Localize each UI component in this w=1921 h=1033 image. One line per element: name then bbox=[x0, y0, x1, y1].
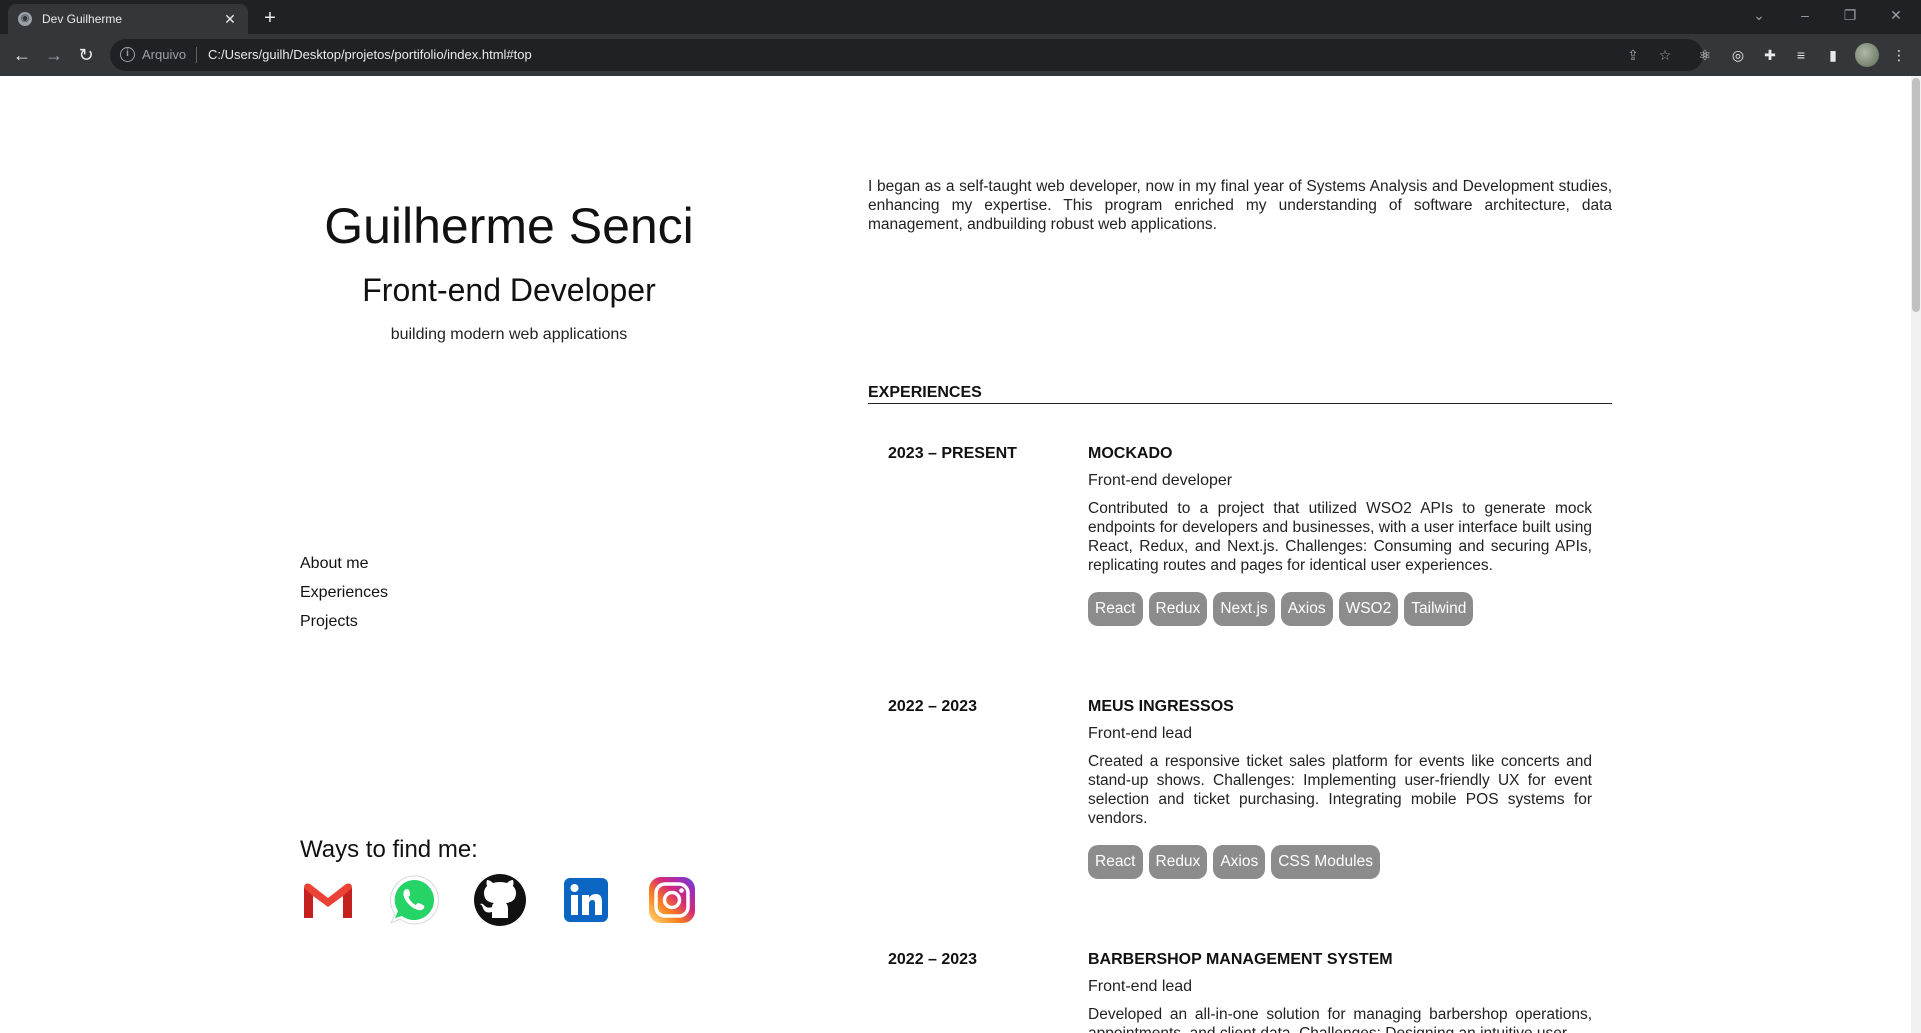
close-tab-icon[interactable]: ✕ bbox=[222, 11, 238, 28]
linkedin-icon[interactable] bbox=[558, 872, 614, 928]
address-url[interactable]: C:/Users/guilh/Desktop/projetos/portifol… bbox=[208, 47, 532, 62]
hero-role: Front-end Developer bbox=[362, 272, 656, 308]
whatsapp-icon[interactable] bbox=[386, 872, 442, 928]
contact-heading: Ways to find me: bbox=[300, 836, 478, 863]
side-navigation: About me Experiences Projects bbox=[300, 554, 388, 641]
experience-position: Front-end lead bbox=[1088, 725, 1193, 742]
bookmark-star-icon[interactable]: ☆ bbox=[1655, 45, 1675, 65]
globe-icon: ◉ bbox=[18, 12, 32, 26]
experience-position: Front-end developer bbox=[1088, 472, 1233, 489]
tech-tag: Redux bbox=[1148, 592, 1208, 626]
tech-tags: React Redux Axios CSS Modules bbox=[1088, 845, 1592, 879]
forward-icon[interactable]: → bbox=[42, 43, 66, 67]
tech-tags: React Redux Next.js Axios WSO2 Tailwind bbox=[1088, 592, 1592, 626]
contact-section: Ways to find me: bbox=[300, 836, 478, 864]
close-window-icon[interactable]: ✕ bbox=[1881, 4, 1911, 26]
page-viewport: Guilherme Senci Front-end Developer buil… bbox=[0, 76, 1911, 1033]
experience-body: MOCKADO Front-end developer Contributed … bbox=[1088, 445, 1592, 626]
experiences-heading: EXPERIENCES bbox=[868, 384, 1612, 404]
tech-tag: Axios bbox=[1280, 592, 1333, 626]
profile-avatar[interactable] bbox=[1855, 43, 1879, 67]
experience-period: 2022 – 2023 bbox=[888, 951, 977, 968]
about-text: I began as a self-taught web developer, … bbox=[868, 178, 1612, 233]
minimize-icon[interactable]: – bbox=[1790, 4, 1820, 26]
address-bar[interactable]: i Arquivo C:/Users/guilh/Desktop/projeto… bbox=[110, 39, 1703, 71]
tech-tag: WSO2 bbox=[1338, 592, 1399, 626]
nav-link-about[interactable]: About me bbox=[300, 554, 388, 583]
hero-name: Guilherme Senci bbox=[324, 198, 694, 254]
nav-link-experiences[interactable]: Experiences bbox=[300, 583, 388, 612]
share-icon[interactable]: ⇪ bbox=[1623, 45, 1643, 65]
reload-icon[interactable]: ↻ bbox=[74, 43, 98, 67]
browser-tab[interactable]: ◉ Dev Guilherme ✕ bbox=[8, 4, 248, 34]
experience-body: BARBERSHOP MANAGEMENT SYSTEM Front-end l… bbox=[1088, 951, 1592, 1033]
experience-item: 2022 – 2023 MEUS INGRESSOS Front-end lea… bbox=[888, 698, 1612, 918]
address-separator bbox=[196, 47, 197, 63]
tech-tag: Next.js bbox=[1213, 592, 1275, 626]
browser-tabbar: ◉ Dev Guilherme ✕ + ⌄ – ❐ ✕ bbox=[0, 0, 1921, 34]
hero-tagline: building modern web applications bbox=[390, 326, 628, 343]
back-icon[interactable]: ← bbox=[10, 43, 34, 67]
tech-tag: React bbox=[1088, 592, 1143, 626]
extension-circle-icon[interactable]: ◎ bbox=[1727, 44, 1749, 66]
experience-item: 2022 – 2023 BARBERSHOP MANAGEMENT SYSTEM… bbox=[888, 951, 1612, 1033]
nav-link-projects[interactable]: Projects bbox=[300, 612, 388, 641]
extension-react-icon[interactable]: ⚛ bbox=[1694, 44, 1716, 66]
instagram-icon[interactable] bbox=[644, 872, 700, 928]
experience-position: Front-end lead bbox=[1088, 978, 1193, 995]
media-control-icon[interactable]: ≡ bbox=[1790, 44, 1812, 66]
experience-description: Developed an all-in-one solution for man… bbox=[1088, 1006, 1592, 1033]
tech-tag: Redux bbox=[1148, 845, 1208, 879]
tech-tag: Tailwind bbox=[1404, 592, 1474, 626]
github-icon[interactable] bbox=[472, 872, 528, 928]
gmail-icon[interactable] bbox=[300, 872, 356, 928]
experience-company: MOCKADO bbox=[1088, 445, 1173, 462]
extensions-puzzle-icon[interactable]: ✚ bbox=[1759, 44, 1781, 66]
tab-title: Dev Guilherme bbox=[42, 12, 123, 26]
tech-tag: Axios bbox=[1213, 845, 1266, 879]
experience-company: BARBERSHOP MANAGEMENT SYSTEM bbox=[1088, 951, 1393, 968]
experience-body: MEUS INGRESSOS Front-end lead Created a … bbox=[1088, 698, 1592, 879]
experience-item: 2023 – PRESENT MOCKADO Front-end develop… bbox=[888, 445, 1612, 665]
hero: Guilherme Senci Front-end Developer buil… bbox=[290, 196, 728, 344]
info-icon[interactable]: i bbox=[120, 47, 135, 62]
tech-tag: React bbox=[1088, 845, 1143, 879]
experience-description: Created a responsive ticket sales platfo… bbox=[1088, 753, 1592, 827]
menu-kebab-icon[interactable]: ⋮ bbox=[1888, 44, 1910, 66]
social-links bbox=[300, 872, 720, 932]
experience-description: Contributed to a project that utilized W… bbox=[1088, 500, 1592, 574]
address-scheme: Arquivo bbox=[142, 47, 187, 62]
side-panel-icon[interactable]: ▮ bbox=[1822, 44, 1844, 66]
tab-search-icon[interactable]: ⌄ bbox=[1744, 4, 1774, 26]
new-tab-button[interactable]: + bbox=[258, 6, 282, 30]
scrollbar-thumb[interactable] bbox=[1912, 78, 1920, 312]
experience-company: MEUS INGRESSOS bbox=[1088, 698, 1234, 715]
experience-period: 2022 – 2023 bbox=[888, 698, 977, 715]
browser-toolbar: ← → ↻ i Arquivo C:/Users/guilh/Desktop/p… bbox=[0, 34, 1921, 76]
tech-tag: CSS Modules bbox=[1271, 845, 1380, 879]
restore-icon[interactable]: ❐ bbox=[1835, 4, 1865, 26]
experience-period: 2023 – PRESENT bbox=[888, 445, 1017, 462]
